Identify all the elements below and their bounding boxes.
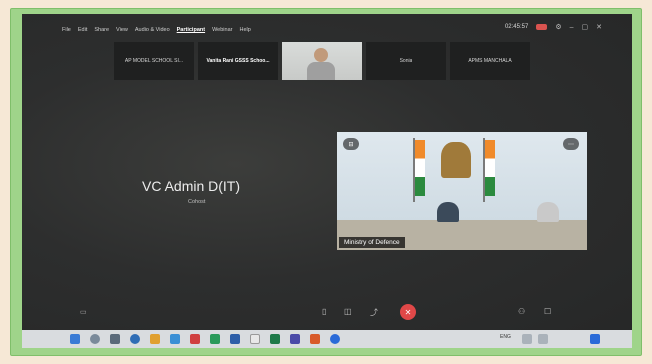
flag-right [485, 140, 495, 196]
menu-participant[interactable]: Participant [177, 27, 205, 33]
participant-name: Sonia [399, 58, 413, 64]
participant-name: AP MODEL SCHOOL SI... [124, 58, 184, 64]
app-icon[interactable] [310, 334, 320, 344]
participant-name: Vanita Rani GSSS Schoo... [206, 58, 270, 64]
app-icon[interactable] [230, 334, 240, 344]
edge-icon[interactable] [130, 334, 140, 344]
participant-head [314, 48, 328, 62]
video-feed-panel[interactable]: ⊟ ⋯ Ministry of Defence [337, 132, 587, 250]
speaker-name: VC Admin D(IT) [142, 178, 241, 194]
participant-tile[interactable]: Vanita Rani GSSS Schoo... [198, 42, 278, 80]
menu-help[interactable]: Help [239, 27, 250, 33]
speaker-panel[interactable]: VC Admin D(IT) Cohost [92, 132, 332, 250]
app-icon[interactable] [210, 334, 220, 344]
menu-bar: File Edit Share View Audio & Video Parti… [62, 24, 251, 36]
menu-share[interactable]: Share [94, 27, 109, 33]
chrome-icon[interactable] [250, 334, 260, 344]
volume-icon[interactable] [538, 334, 548, 344]
raise-hand-icon[interactable]: ☐ [544, 307, 551, 316]
official-person [437, 202, 459, 222]
participant-tile[interactable]: AP MODEL SCHOOL SI... [114, 42, 194, 80]
speaker-role: Cohost [188, 199, 206, 205]
meeting-app-icon[interactable] [330, 334, 340, 344]
app-icon[interactable] [270, 334, 280, 344]
minimize-icon[interactable]: – [570, 24, 574, 31]
folder-icon[interactable] [150, 334, 160, 344]
participant-strip: AP MODEL SCHOOL SI... Vanita Rani GSSS S… [114, 42, 530, 80]
menu-edit[interactable]: Edit [78, 27, 87, 33]
task-view-icon[interactable] [110, 334, 120, 344]
meeting-controls: ▭ ▯ ◫ ⤴ ✕ ⚇ ☐ [22, 304, 632, 324]
pin-icon[interactable]: ⊟ [343, 138, 359, 150]
meeting-clock: 02:45:57 [504, 24, 529, 30]
meeting-window: File Edit Share View Audio & Video Parti… [22, 14, 632, 348]
store-icon[interactable] [170, 334, 180, 344]
official-person [537, 202, 559, 222]
recording-badge [536, 24, 548, 30]
flag-left [415, 140, 425, 196]
app-icon[interactable] [190, 334, 200, 344]
participants-icon[interactable]: ⚇ [518, 307, 525, 316]
search-icon[interactable] [90, 334, 100, 344]
participant-tile[interactable]: APMS MANCHALA [450, 42, 530, 80]
national-emblem [441, 142, 471, 178]
close-icon[interactable]: ✕ [596, 23, 602, 31]
window-controls: 02:45:57 ⚙ – ▢ ✕ [504, 23, 602, 32]
start-icon[interactable] [70, 334, 80, 344]
camera-icon[interactable]: ◫ [344, 307, 352, 316]
video-label: Ministry of Defence [339, 237, 405, 248]
share-icon[interactable]: ⤴ [370, 307, 378, 318]
participant-tile[interactable]: Sonia [366, 42, 446, 80]
wifi-icon[interactable] [522, 334, 532, 344]
menu-audio-video[interactable]: Audio & Video [135, 27, 170, 33]
participant-name: APMS MANCHALA [468, 58, 512, 64]
app-icon[interactable] [290, 334, 300, 344]
participant-body [307, 62, 335, 80]
maximize-icon[interactable]: ▢ [582, 23, 589, 31]
chat-icon[interactable]: ▭ [80, 308, 87, 316]
taskbar: ENG [22, 330, 632, 348]
mic-icon[interactable]: ▯ [322, 307, 326, 316]
settings-icon[interactable]: ⚙ [555, 23, 561, 31]
leave-button[interactable]: ✕ [400, 304, 416, 320]
menu-webinar[interactable]: Webinar [212, 27, 232, 33]
language-indicator: ENG [500, 334, 511, 340]
menu-view[interactable]: View [116, 27, 128, 33]
participant-video-tile[interactable] [282, 42, 362, 80]
more-icon[interactable]: ⋯ [563, 138, 579, 150]
notification-icon[interactable] [590, 334, 600, 344]
menu-file[interactable]: File [62, 27, 71, 33]
